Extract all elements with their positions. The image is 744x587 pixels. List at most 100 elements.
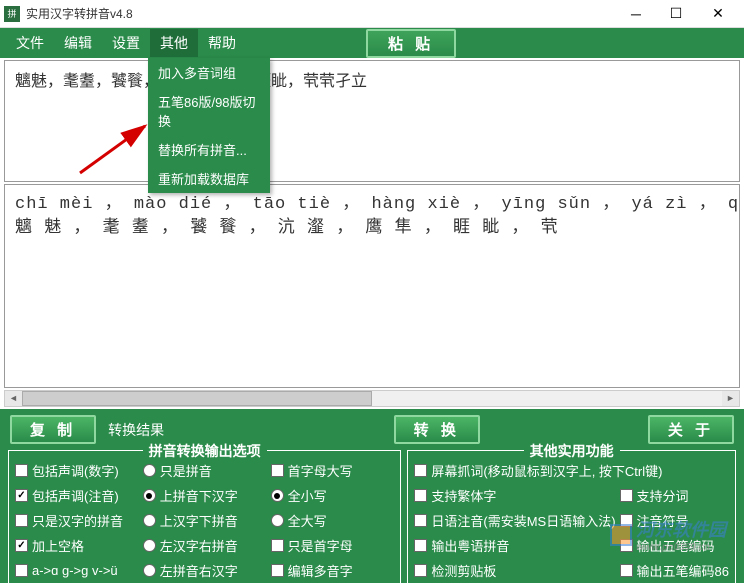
maximize-button[interactable]: ☐	[656, 1, 696, 27]
option-屏幕抓词(移[interactable]: 屏幕抓词(移动鼠标到汉字上, 按下Ctrl键)	[414, 461, 729, 480]
option-label: 屏幕抓词(移动鼠标到汉字上, 按下Ctrl键)	[431, 461, 662, 480]
option-label: 支持分词	[637, 486, 689, 505]
option-label: 包括声调(注音)	[32, 486, 119, 505]
window-controls: ─ ☐ ✕	[616, 1, 740, 27]
option-label: a->ɑ g->ɡ v->ü	[32, 563, 118, 578]
output-pinyin-line: chī mèi ， mào dié ， tāo tiè ， hàng xiè ，…	[15, 193, 729, 217]
scroll-thumb[interactable]	[22, 391, 372, 406]
menu-settings[interactable]: 设置	[102, 29, 150, 57]
option-label: 全小写	[288, 486, 327, 505]
fieldset-pinyin-options: 拼音转换输出选项 包括声调(数字)只是拼音首字母大写包括声调(注音)上拼音下汉字…	[8, 450, 401, 587]
option-全小写[interactable]: 全小写	[271, 486, 395, 505]
option-label: 左拼音右汉字	[160, 561, 238, 580]
option-label: 只是首字母	[288, 536, 353, 555]
option-label: 只是拼音	[160, 461, 212, 480]
option-输出粤语拼音[interactable]: 输出粤语拼音	[414, 536, 615, 555]
option-a->ɑ g->ɡ v->ü[interactable]: a->ɑ g->ɡ v->ü	[15, 561, 139, 580]
dropdown-item-polyphone[interactable]: 加入多音词组	[148, 58, 270, 87]
checkbox-icon[interactable]	[414, 464, 427, 477]
checkbox-icon[interactable]	[15, 514, 28, 527]
option-包括声调(注音)[interactable]: 包括声调(注音)	[15, 486, 139, 505]
dropdown-item-wubi[interactable]: 五笔86版/98版切换	[148, 87, 270, 135]
menu-other[interactable]: 其他	[150, 29, 198, 57]
option-上拼音下汉字[interactable]: 上拼音下汉字	[143, 486, 267, 505]
option-加上空格[interactable]: 加上空格	[15, 536, 139, 555]
horizontal-scrollbar[interactable]: ◄ ►	[4, 390, 740, 407]
checkbox-icon[interactable]	[414, 539, 427, 552]
option-首字母大写[interactable]: 首字母大写	[271, 461, 395, 480]
titlebar: 拼 实用汉字转拼音v4.8 ─ ☐ ✕	[0, 0, 744, 28]
radio-icon[interactable]	[143, 564, 156, 577]
option-只是汉字的拼音[interactable]: 只是汉字的拼音	[15, 511, 139, 530]
dropdown-item-reload[interactable]: 重新加载数据库	[148, 164, 270, 193]
radio-icon[interactable]	[143, 489, 156, 502]
button-row: 复 制 转换结果 转 换 关 于	[4, 413, 740, 450]
option-日语注音(需[interactable]: 日语注音(需安装MS日语输入法)	[414, 511, 615, 530]
convert-button[interactable]: 转 换	[394, 415, 480, 444]
option-label: 包括声调(数字)	[32, 461, 119, 480]
option-检测剪贴板[interactable]: 检测剪贴板	[414, 561, 615, 580]
checkbox-icon[interactable]	[15, 539, 28, 552]
option-输出五笔编码[interactable]: 输出五笔编码86	[620, 561, 729, 580]
option-label: 支持繁体字	[431, 486, 496, 505]
radio-icon[interactable]	[143, 514, 156, 527]
option-label: 编辑多音字	[288, 561, 353, 580]
option-包括声调(数字)[interactable]: 包括声调(数字)	[15, 461, 139, 480]
watermark: 河东软件园 www.pc0359.cn	[610, 516, 726, 553]
scroll-left-icon[interactable]: ◄	[5, 391, 22, 406]
radio-icon[interactable]	[271, 514, 284, 527]
radio-icon[interactable]	[143, 464, 156, 477]
option-只是首字母[interactable]: 只是首字母	[271, 536, 395, 555]
watermark-text: 河东软件园	[636, 520, 726, 540]
watermark-logo-icon	[610, 524, 632, 546]
option-上汉字下拼音[interactable]: 上汉字下拼音	[143, 511, 267, 530]
watermark-url: www.pc0359.cn	[636, 542, 726, 553]
checkbox-icon[interactable]	[620, 564, 633, 577]
paste-button[interactable]: 粘 贴	[366, 29, 456, 58]
result-label: 转换结果	[108, 420, 164, 440]
checkbox-icon[interactable]	[271, 464, 284, 477]
option-全大写[interactable]: 全大写	[271, 511, 395, 530]
option-编辑多音字[interactable]: 编辑多音字	[271, 561, 395, 580]
checkbox-icon[interactable]	[414, 564, 427, 577]
app-icon: 拼	[4, 6, 20, 22]
option-只是拼音[interactable]: 只是拼音	[143, 461, 267, 480]
option-左拼音右汉字[interactable]: 左拼音右汉字	[143, 561, 267, 580]
checkbox-icon[interactable]	[15, 489, 28, 502]
close-button[interactable]: ✕	[696, 1, 740, 27]
radio-icon[interactable]	[143, 539, 156, 552]
option-label: 输出粤语拼音	[431, 536, 509, 555]
option-左汉字右拼音[interactable]: 左汉字右拼音	[143, 536, 267, 555]
option-支持分词[interactable]: 支持分词	[620, 486, 729, 505]
scroll-right-icon[interactable]: ►	[722, 391, 739, 406]
option-label: 检测剪贴板	[431, 561, 496, 580]
about-button[interactable]: 关 于	[648, 415, 734, 444]
window-title: 实用汉字转拼音v4.8	[26, 5, 616, 22]
menubar: 文件 编辑 设置 其他 帮助 粘 贴 加入多音词组 五笔86版/98版切换 替换…	[0, 28, 744, 58]
checkbox-icon[interactable]	[271, 539, 284, 552]
output-textarea[interactable]: chī mèi ， mào dié ， tāo tiè ， hàng xiè ，…	[4, 184, 740, 388]
input-textarea[interactable]: 魑魅，耄耋，饕餮，沆瀣，鹰隼，睚眦，茕茕孑立	[4, 60, 740, 182]
option-label: 左汉字右拼音	[160, 536, 238, 555]
option-label: 日语注音(需安装MS日语输入法)	[431, 511, 615, 530]
checkbox-icon[interactable]	[271, 564, 284, 577]
dropdown-item-replace[interactable]: 替换所有拼音...	[148, 135, 270, 164]
menu-file[interactable]: 文件	[6, 29, 54, 57]
menu-edit[interactable]: 编辑	[54, 29, 102, 57]
legend-other-functions: 其他实用功能	[524, 441, 620, 461]
menu-help[interactable]: 帮助	[198, 29, 246, 57]
copy-button[interactable]: 复 制	[10, 415, 96, 444]
legend-pinyin-options: 拼音转换输出选项	[143, 441, 267, 461]
option-label: 全大写	[288, 511, 327, 530]
checkbox-icon[interactable]	[15, 564, 28, 577]
checkbox-icon[interactable]	[620, 489, 633, 502]
minimize-button[interactable]: ─	[616, 1, 656, 27]
option-label: 上汉字下拼音	[160, 511, 238, 530]
option-label: 上拼音下汉字	[160, 486, 238, 505]
radio-icon[interactable]	[271, 489, 284, 502]
bottom-panel: 复 制 转换结果 转 换 关 于 拼音转换输出选项 包括声调(数字) 只是拼音 首字…	[0, 409, 744, 583]
checkbox-icon[interactable]	[414, 514, 427, 527]
checkbox-icon[interactable]	[15, 464, 28, 477]
option-支持繁体字[interactable]: 支持繁体字	[414, 486, 615, 505]
checkbox-icon[interactable]	[414, 489, 427, 502]
